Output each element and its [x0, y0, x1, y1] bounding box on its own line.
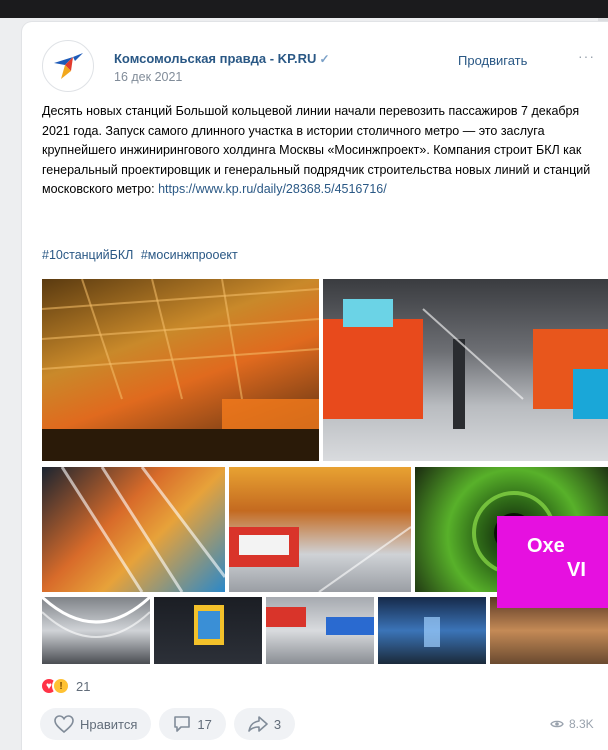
photo-2[interactable] [323, 279, 608, 461]
heart-icon [54, 715, 74, 733]
reactions-summary[interactable]: ♥ ! 21 [40, 677, 90, 695]
share-icon [248, 716, 268, 732]
more-options-icon[interactable]: ··· [578, 48, 595, 64]
photo-6[interactable] [42, 597, 150, 664]
swallow-logo-icon [54, 53, 83, 79]
overlay-banner: Oxe VI [497, 516, 608, 608]
promote-button[interactable]: Продвигать [458, 53, 527, 68]
photo-hall-icon [266, 607, 374, 635]
comment-button[interactable]: 17 [159, 708, 226, 740]
photo-ceiling-lights-icon [60, 467, 225, 592]
hashtag-link[interactable]: #мосинжпрооект [141, 248, 238, 262]
views-counter: 8.3K [550, 717, 594, 731]
photo-8[interactable] [266, 597, 374, 664]
author-name-text[interactable]: Комсомольская правда - KP.RU [114, 51, 316, 66]
views-count: 8.3K [569, 717, 594, 731]
photo-9[interactable] [378, 597, 486, 664]
wow-reaction-icon: ! [52, 677, 70, 695]
post-header: Комсомольская правда - KP.RU ✓ 16 дек 202… [22, 22, 608, 98]
reaction-count: 21 [76, 678, 91, 694]
post-date[interactable]: 16 дек 2021 [114, 70, 182, 84]
comment-icon [174, 716, 191, 732]
comments-count: 17 [197, 716, 212, 732]
photo-7[interactable] [154, 597, 262, 664]
avatar[interactable] [42, 40, 94, 92]
hashtags: #10станцийБКЛ #мосинжпрооект [42, 248, 242, 262]
post-link[interactable]: https://www.kp.ru/daily/28368.5/4516716/ [158, 182, 387, 196]
overlay-line-1: Oxe [527, 535, 565, 557]
photo-4[interactable] [229, 467, 411, 592]
share-button[interactable]: 3 [233, 708, 296, 740]
like-label: Нравится [80, 716, 138, 732]
photo-artwork-icon [194, 605, 224, 645]
eye-icon [550, 720, 564, 728]
photo-3[interactable] [42, 467, 225, 592]
shares-count: 3 [273, 716, 282, 732]
author-name[interactable]: Комсомольская правда - KP.RU ✓ [114, 51, 330, 66]
photo-train-icon [229, 526, 411, 592]
top-dark-strip [0, 0, 608, 18]
post-actions: Нравится 17 3 [40, 708, 303, 740]
photo-ceiling-icon [42, 279, 319, 461]
photo-arches-icon [42, 597, 150, 638]
photo-platform-icon [323, 299, 608, 429]
like-button[interactable]: Нравится [40, 708, 152, 740]
photo-corridor-icon [424, 617, 440, 647]
overlay-line-2: VI [567, 559, 586, 581]
verified-icon: ✓ [319, 52, 330, 66]
hashtag-link[interactable]: #10станцийБКЛ [42, 248, 133, 262]
post-card: Комсомольская правда - KP.RU ✓ 16 дек 202… [22, 22, 608, 750]
post-text: Десять новых станций Большой кольцевой л… [42, 102, 602, 200]
photo-1[interactable] [42, 279, 319, 461]
